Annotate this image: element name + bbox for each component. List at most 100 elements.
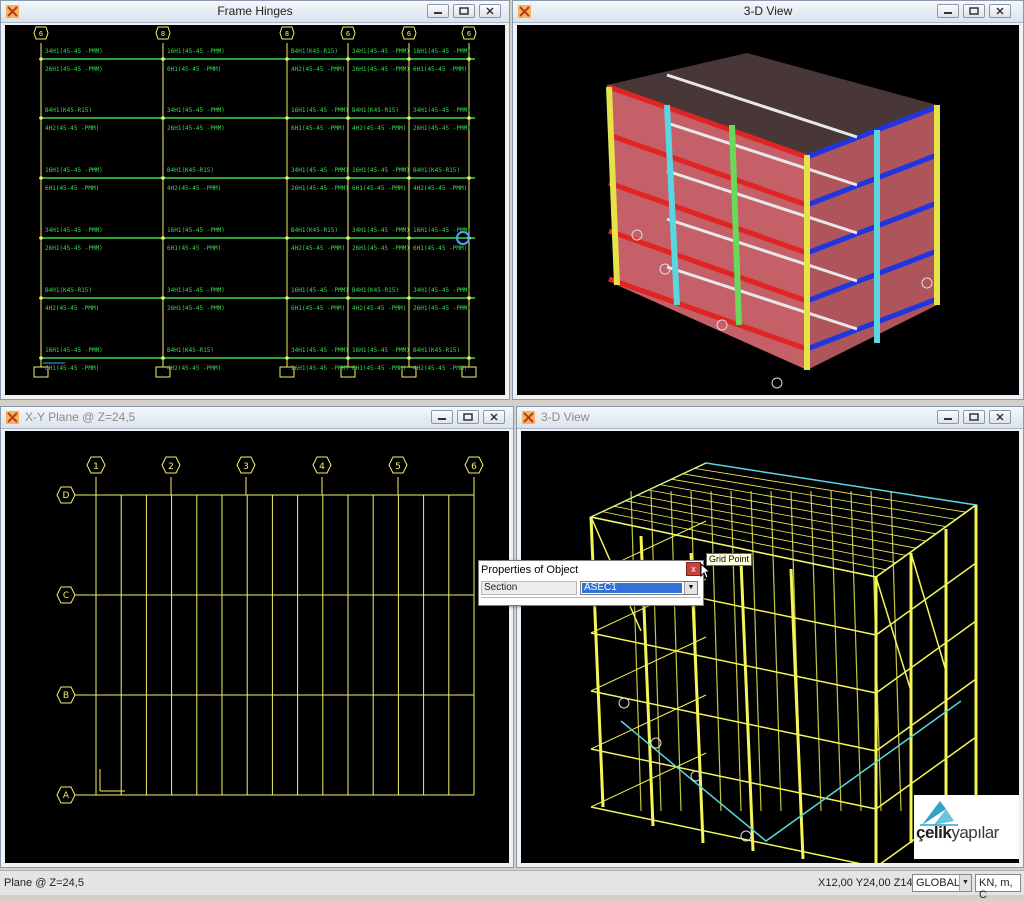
- joint: [285, 356, 289, 360]
- frame-hinges-window[interactable]: Frame Hinges 6 8 8 6 6 6 34H1(45-45 -PMM) 26H1(…: [0, 0, 510, 400]
- grid-bubble-label: 6: [467, 30, 471, 38]
- hinge-label: 16H1(45-45 -PMM): [352, 167, 410, 174]
- hinge-label: 4H2(45-45 -PMM): [291, 245, 345, 252]
- hinge-label: 26H1(45-45 -PMM): [413, 125, 471, 132]
- close-icon: [490, 413, 498, 421]
- minimize-button[interactable]: [937, 410, 959, 424]
- joint: [407, 116, 411, 120]
- properties-of-object-popup[interactable]: Properties of Object x Section ASEC1 ▼: [478, 560, 704, 606]
- close-button[interactable]: [479, 4, 501, 18]
- view-3d-top-window[interactable]: 3-D View: [512, 0, 1024, 400]
- brace: [910, 552, 947, 672]
- units-value: KN, m, C: [979, 877, 1013, 901]
- frame-hinges-canvas[interactable]: 6 8 8 6 6 6 34H1(45-45 -PMM) 26H1(45-45 -PMM) 16…: [5, 25, 505, 395]
- minimize-button[interactable]: [937, 4, 959, 18]
- units-select[interactable]: KN, m, C: [975, 874, 1021, 901]
- status-bar: Plane @ Z=24,5 X12,00 Y24,00 Z14,00 GLOB…: [0, 870, 1024, 901]
- minimize-button[interactable]: [431, 410, 453, 424]
- joint: [346, 57, 350, 61]
- hinge-label: 34H1(45-45 -PMM): [167, 287, 225, 294]
- hinge-label: 34H1(45-45 -PMM): [45, 227, 103, 234]
- hinge-label: 34H1(45-45 -PMM): [352, 48, 410, 55]
- xy-plane-window[interactable]: X-Y Plane @ Z=24,5 1 2 3 4 5 6 D C B A: [0, 406, 514, 868]
- joint: [161, 296, 165, 300]
- hinge-label: 4H2(45-45 -PMM): [167, 185, 221, 192]
- app-icon: [6, 411, 19, 424]
- column: [739, 560, 755, 852]
- interior-column: [710, 490, 722, 812]
- interior-column: [830, 490, 842, 812]
- maximize-button[interactable]: [453, 4, 475, 18]
- grid-bubble-label: 8: [161, 30, 165, 38]
- joint: [161, 356, 165, 360]
- popup-close-button[interactable]: x: [686, 562, 701, 576]
- grid-bubble-label: 5: [395, 462, 401, 472]
- floor-beam: [590, 632, 877, 694]
- joint: [161, 176, 165, 180]
- joint: [285, 116, 289, 120]
- hinge-label: 26H1(45-45 -PMM): [45, 245, 103, 252]
- close-button[interactable]: [989, 410, 1011, 424]
- joint: [39, 236, 43, 240]
- joint: [407, 57, 411, 61]
- popup-title: Properties of Object: [481, 564, 579, 576]
- hinge-label: 16H1(45-45 -PMM): [167, 227, 225, 234]
- joint: [346, 236, 350, 240]
- logo-text-part1: çelik: [916, 823, 952, 842]
- joint: [407, 296, 411, 300]
- chevron-down-icon[interactable]: ▼: [959, 875, 971, 891]
- maximize-button[interactable]: [963, 4, 985, 18]
- minimize-button[interactable]: [427, 4, 449, 18]
- hinge-label: 26H1(45-45 -PMM): [291, 185, 349, 192]
- maximize-button[interactable]: [457, 410, 479, 424]
- view-3d-top-canvas[interactable]: [517, 25, 1019, 395]
- hinge-label: 4H2(45-45 -PMM): [291, 66, 345, 73]
- cursor-icon: [700, 563, 712, 579]
- joint: [285, 57, 289, 61]
- divider: [481, 597, 701, 598]
- hinge-label: 6H1(45-45 -PMM): [167, 245, 221, 252]
- frame-hinges-drawing: 6 8 8 6 6 6 34H1(45-45 -PMM) 26H1(45-45 -PMM) 16…: [33, 26, 477, 378]
- hinge-label: 26H1(45-45 -PMM): [352, 245, 410, 252]
- hinge-label: B4H1(K45-R15): [45, 287, 92, 294]
- titlebar[interactable]: X-Y Plane @ Z=24,5: [1, 407, 513, 429]
- hinge-label: B4H1(K45-R15): [352, 287, 399, 294]
- chevron-down-icon[interactable]: ▼: [684, 582, 697, 594]
- titlebar[interactable]: 3-D View: [517, 407, 1023, 429]
- joint: [285, 176, 289, 180]
- minimize-icon: [438, 418, 446, 420]
- close-icon: [996, 413, 1004, 421]
- hinge-label: 16H1(45-45 -PMM): [291, 107, 349, 114]
- section-select[interactable]: ASEC1 ▼: [580, 581, 698, 595]
- close-button[interactable]: [483, 410, 505, 424]
- titlebar[interactable]: 3-D View: [513, 1, 1023, 23]
- hinge-label: 16H1(45-45 -PMM): [291, 287, 349, 294]
- joint: [161, 236, 165, 240]
- logo-text: çelikyapılar: [916, 823, 999, 843]
- joint: [467, 57, 471, 61]
- hinge-label: 26H1(45-45 -PMM): [167, 305, 225, 312]
- hinge-label: 4H2(45-45 -PMM): [167, 365, 221, 372]
- grid-bubble-label: 6: [39, 30, 43, 38]
- hinge-label: 16H1(45-45 -PMM): [45, 167, 103, 174]
- close-button[interactable]: [989, 4, 1011, 18]
- hinge-label: 34H1(45-45 -PMM): [167, 107, 225, 114]
- titlebar[interactable]: Frame Hinges: [1, 1, 509, 23]
- joint: [467, 176, 471, 180]
- maximize-button[interactable]: [963, 410, 985, 424]
- grid-bubble-label: 4: [319, 462, 325, 472]
- grid-bubble: [618, 697, 630, 709]
- close-icon: [486, 7, 494, 15]
- joint: [346, 176, 350, 180]
- xy-plane-canvas[interactable]: 1 2 3 4 5 6 D C B A: [5, 431, 509, 863]
- joint: [346, 296, 350, 300]
- joint: [346, 116, 350, 120]
- minimize-icon: [434, 12, 442, 14]
- joint: [161, 57, 165, 61]
- coord-system-select[interactable]: GLOBAL ▼: [912, 874, 972, 892]
- hinge-label: 4H2(45-45 -PMM): [45, 125, 99, 132]
- joint: [285, 236, 289, 240]
- hinge-label: B4H1(K45-R15): [413, 167, 460, 174]
- grid-bubble-label: 2: [168, 462, 174, 472]
- celikyapilar-logo: çelikyapılar: [914, 795, 1019, 859]
